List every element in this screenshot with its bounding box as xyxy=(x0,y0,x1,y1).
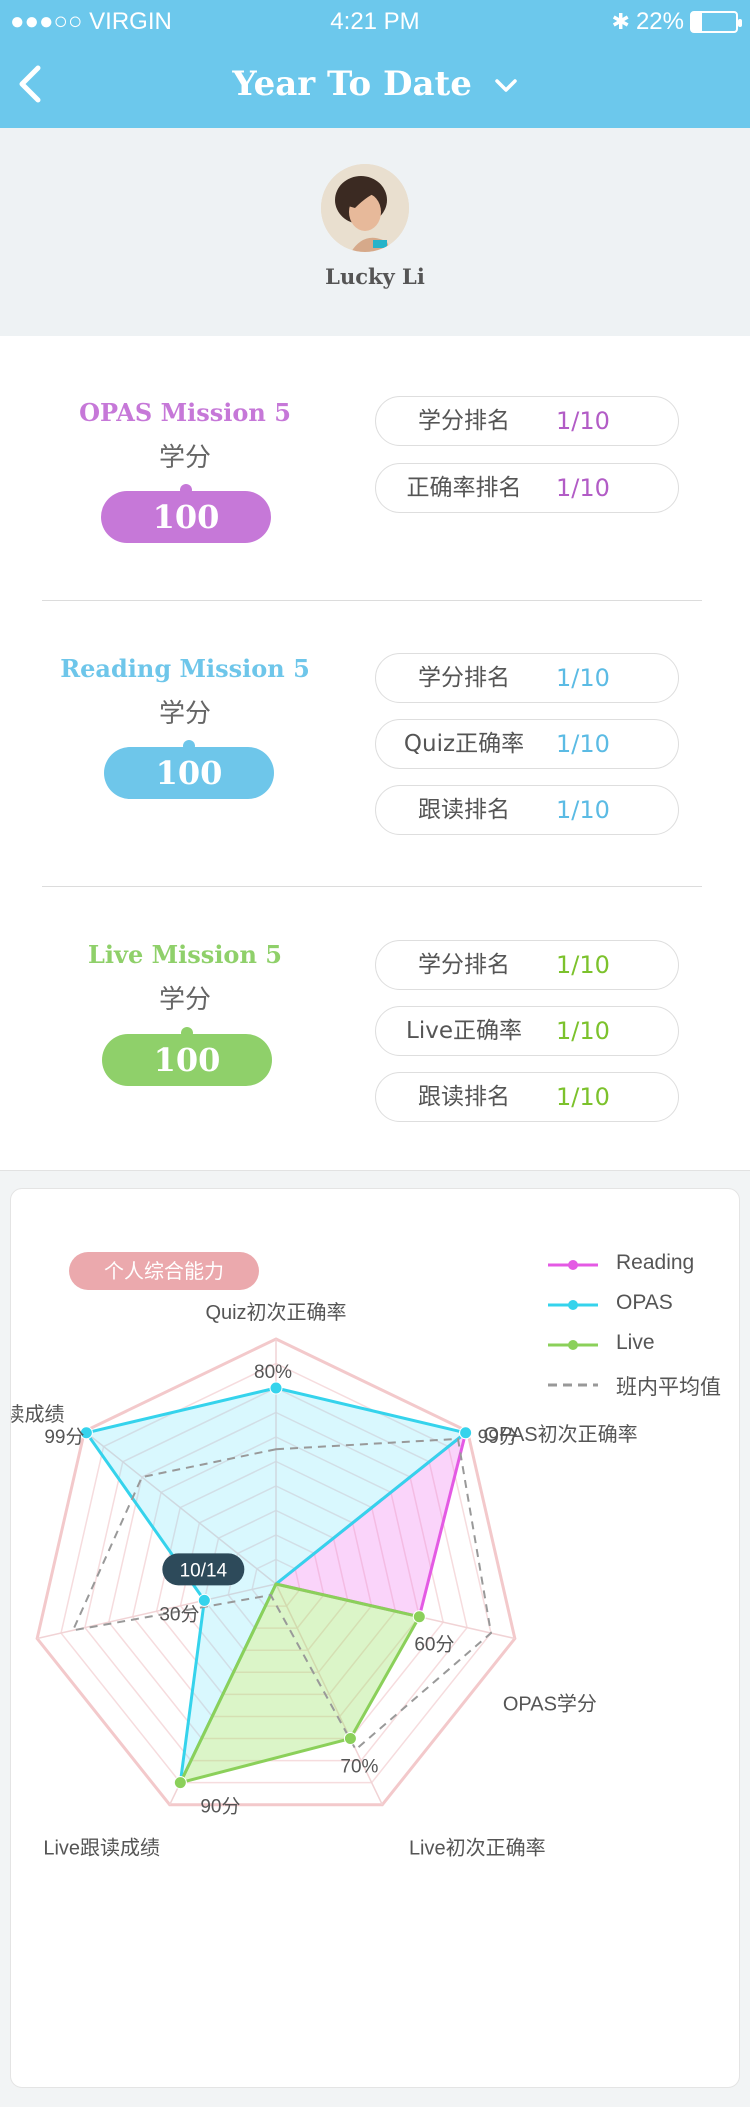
series-point xyxy=(197,1593,211,1607)
rank-value: 1/10 xyxy=(556,474,610,502)
avatar-image xyxy=(321,164,409,252)
battery-icon xyxy=(690,11,742,33)
value-label: 70% xyxy=(340,1757,378,1778)
rank-value: 1/10 xyxy=(556,730,610,758)
value-label: 80% xyxy=(254,1362,292,1383)
rank-row: 跟读排名 1/10 xyxy=(375,785,679,835)
user-name: Lucky Li xyxy=(325,264,425,289)
rank-value: 1/10 xyxy=(556,407,610,435)
rank-value: 1/10 xyxy=(556,664,610,692)
series-point xyxy=(343,1732,357,1746)
mission-subtitle: 学分 xyxy=(158,699,211,729)
score-pill: 100 xyxy=(104,740,274,799)
app-header: ●●●○○ VIRGIN 4:21 PM ✱ 22% Year To Date xyxy=(0,0,750,128)
rank-label: Live正确率 xyxy=(406,1018,522,1044)
rank-label: 正确率排名 xyxy=(406,475,522,501)
period-selector[interactable]: Year To Date xyxy=(0,64,750,104)
ability-radar-card: 个人综合能力 Reading OPAS Live 班内平均值 Quiz初次正确率… xyxy=(10,1188,740,2088)
axis-label: Live初次正确率 xyxy=(409,1837,546,1860)
series-point xyxy=(269,1381,283,1395)
section-divider xyxy=(42,600,702,601)
radar-chart: Quiz初次正确率OPAS初次正确率OPAS学分Live初次正确率Live跟读成… xyxy=(11,1301,638,1860)
chevron-down-icon xyxy=(494,79,517,92)
rank-row: 跟读排名 1/10 xyxy=(375,1072,679,1122)
rank-row: 学分排名 1/10 xyxy=(375,396,679,446)
rank-label: 学分排名 xyxy=(418,665,510,691)
rank-label: 跟读排名 xyxy=(418,797,510,823)
rank-row: 正确率排名 1/10 xyxy=(375,463,679,513)
value-label: 60分 xyxy=(414,1634,454,1656)
status-bar: ●●●○○ VIRGIN 4:21 PM ✱ 22% xyxy=(0,6,750,40)
page-title: Year To Date xyxy=(232,64,472,104)
value-label: 90分 xyxy=(200,1796,240,1818)
rank-label: 跟读排名 xyxy=(418,1084,510,1110)
section-divider xyxy=(42,886,702,887)
mission-subtitle: 学分 xyxy=(158,985,211,1015)
rank-row: 学分排名 1/10 xyxy=(375,940,679,990)
rank-value: 1/10 xyxy=(556,796,610,824)
bluetooth-icon: ✱ xyxy=(611,9,630,34)
value-label: 99分 xyxy=(44,1426,84,1448)
avatar[interactable] xyxy=(321,164,409,252)
axis-label: Live跟读成绩 xyxy=(43,1837,160,1860)
rank-value: 1/10 xyxy=(556,1083,610,1111)
axis-label: Quiz初次正确率 xyxy=(205,1301,346,1324)
rank-label: 学分排名 xyxy=(418,408,510,434)
mission-title: Live Mission 5 xyxy=(88,940,282,969)
axis-label: OPAS学分 xyxy=(503,1693,597,1716)
mission-title: OPAS Mission 5 xyxy=(79,398,291,427)
axis-label: Reading跟读成绩 xyxy=(11,1403,64,1426)
battery-percent: 22% xyxy=(635,8,684,35)
mission-title: Reading Mission 5 xyxy=(60,654,310,683)
value-label: 99分 xyxy=(478,1426,518,1448)
series-point xyxy=(412,1610,426,1624)
rank-row: 学分排名 1/10 xyxy=(375,653,679,703)
rank-value: 1/10 xyxy=(556,1017,610,1045)
value-label: 30分 xyxy=(159,1603,199,1625)
rank-label: Quiz正确率 xyxy=(403,731,525,757)
series-point xyxy=(459,1426,473,1440)
score-pill: 100 xyxy=(102,1027,272,1086)
missions-card: OPAS Mission 5 学分 100 学分排名 1/10 正确率排名 1/… xyxy=(0,336,750,1171)
battery-status: ✱ 22% xyxy=(611,8,742,36)
score-pill: 100 xyxy=(101,484,271,543)
mission-subtitle: 学分 xyxy=(158,443,211,473)
tooltip-text: 10/14 xyxy=(180,1560,228,1581)
rank-row: Quiz正确率 1/10 xyxy=(375,719,679,769)
rank-row: Live正确率 1/10 xyxy=(375,1006,679,1056)
rank-label: 学分排名 xyxy=(418,952,510,978)
rank-value: 1/10 xyxy=(556,951,610,979)
series-point xyxy=(173,1776,187,1790)
profile-section: Lucky Li xyxy=(0,128,750,336)
